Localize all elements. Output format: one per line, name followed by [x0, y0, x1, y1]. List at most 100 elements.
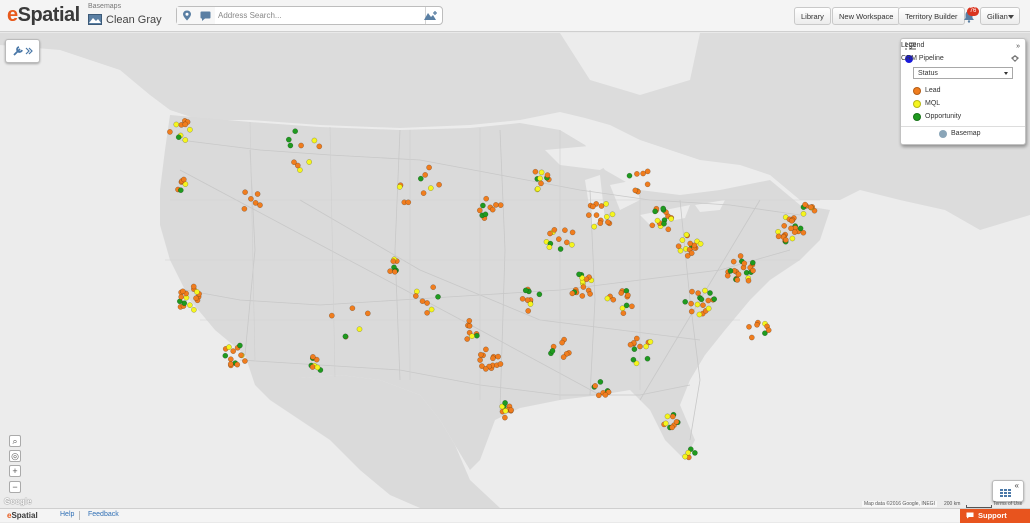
map-point[interactable]: [629, 303, 635, 310]
map-point[interactable]: [254, 191, 261, 197]
layer-settings-icon[interactable]: [1010, 54, 1020, 63]
map-point[interactable]: [569, 241, 575, 248]
map-point[interactable]: [387, 268, 393, 275]
map-point[interactable]: [285, 136, 292, 143]
map-point[interactable]: [428, 306, 435, 313]
map-point[interactable]: [549, 348, 556, 354]
map-point[interactable]: [675, 243, 682, 250]
map-point[interactable]: [248, 195, 254, 202]
map-point[interactable]: [620, 310, 627, 317]
map-point[interactable]: [412, 293, 419, 299]
map-point[interactable]: [598, 203, 605, 209]
map-point[interactable]: [546, 244, 553, 251]
map-point[interactable]: [727, 268, 734, 274]
map-point[interactable]: [643, 343, 649, 350]
map-point[interactable]: [489, 206, 496, 213]
map-point[interactable]: [237, 342, 243, 349]
map-point[interactable]: [630, 356, 637, 363]
map-point[interactable]: [644, 181, 651, 188]
map-point[interactable]: [754, 321, 760, 328]
map-point[interactable]: [551, 226, 558, 233]
map-point[interactable]: [800, 210, 807, 217]
map-point[interactable]: [664, 413, 671, 420]
map-point[interactable]: [227, 356, 234, 363]
feedback-link[interactable]: Feedback: [88, 511, 119, 518]
map-point[interactable]: [673, 418, 680, 425]
support-button[interactable]: Support: [960, 509, 1030, 523]
map-point[interactable]: [668, 215, 675, 222]
map-point[interactable]: [702, 287, 708, 294]
add-location-button[interactable]: [419, 7, 442, 24]
map-point[interactable]: [191, 306, 197, 313]
user-menu-button[interactable]: Gillian: [980, 7, 1020, 25]
map-point[interactable]: [538, 180, 544, 187]
map-point[interactable]: [405, 199, 412, 206]
map-point[interactable]: [287, 142, 294, 149]
map-point[interactable]: [705, 305, 712, 312]
data-table-toggle-button[interactable]: «: [992, 480, 1024, 502]
location-pin-button[interactable]: [177, 7, 197, 24]
map-point[interactable]: [420, 190, 427, 196]
map-point[interactable]: [562, 227, 568, 234]
map-point[interactable]: [791, 229, 798, 236]
map-point[interactable]: [314, 364, 321, 371]
map-point[interactable]: [527, 301, 534, 307]
locate-button[interactable]: ◎: [9, 450, 21, 462]
map-point[interactable]: [483, 195, 490, 202]
map-point[interactable]: [662, 420, 669, 427]
map-point[interactable]: [688, 308, 695, 315]
map-point[interactable]: [683, 231, 690, 238]
map-point[interactable]: [194, 289, 200, 295]
map-point[interactable]: [559, 339, 565, 346]
map-point[interactable]: [661, 220, 667, 227]
map-point[interactable]: [226, 344, 232, 350]
map-point[interactable]: [640, 170, 646, 177]
map-point[interactable]: [464, 336, 471, 342]
map-point[interactable]: [669, 413, 676, 420]
map-point[interactable]: [396, 184, 403, 190]
map-point[interactable]: [230, 348, 237, 354]
map-point[interactable]: [497, 361, 504, 367]
map-point[interactable]: [179, 288, 186, 295]
map-point[interactable]: [682, 298, 689, 305]
map-point[interactable]: [700, 302, 706, 309]
map-point[interactable]: [688, 300, 694, 307]
map-point[interactable]: [493, 202, 499, 208]
map-point[interactable]: [547, 230, 553, 237]
map-point[interactable]: [734, 277, 741, 283]
zoom-in-button[interactable]: +: [9, 465, 21, 477]
map-point[interactable]: [750, 267, 756, 274]
map-point[interactable]: [627, 341, 634, 348]
map-point[interactable]: [579, 293, 586, 299]
collapse-legend-button[interactable]: »: [1016, 43, 1020, 50]
map-point[interactable]: [576, 271, 582, 278]
map-point[interactable]: [238, 352, 244, 359]
map-point[interactable]: [623, 302, 630, 309]
map-point[interactable]: [356, 326, 363, 333]
map-point[interactable]: [587, 291, 593, 297]
map-point[interactable]: [632, 187, 639, 194]
search-input[interactable]: [215, 7, 426, 24]
map-point[interactable]: [697, 240, 704, 247]
map-point[interactable]: [291, 159, 297, 166]
map-point[interactable]: [482, 211, 489, 218]
map-point[interactable]: [593, 212, 600, 218]
espatial-logo[interactable]: eSpatial: [7, 4, 80, 27]
map-point[interactable]: [604, 295, 611, 302]
map-point[interactable]: [687, 240, 694, 247]
map-point[interactable]: [292, 128, 299, 135]
map-point[interactable]: [634, 171, 640, 177]
territory-builder-button[interactable]: Territory Builder: [898, 7, 965, 25]
map-point[interactable]: [669, 424, 675, 431]
map-point[interactable]: [298, 142, 304, 149]
map-point[interactable]: [625, 292, 631, 299]
map-point[interactable]: [483, 346, 489, 353]
map-point[interactable]: [730, 258, 737, 265]
zoom-out-button[interactable]: −: [9, 481, 21, 493]
map-point[interactable]: [597, 379, 604, 385]
map-point[interactable]: [765, 327, 772, 334]
terms-of-use-link[interactable]: Terms of Use: [993, 501, 1022, 507]
map-point[interactable]: [522, 287, 529, 294]
map-point[interactable]: [422, 172, 429, 178]
map-point[interactable]: [187, 126, 193, 133]
